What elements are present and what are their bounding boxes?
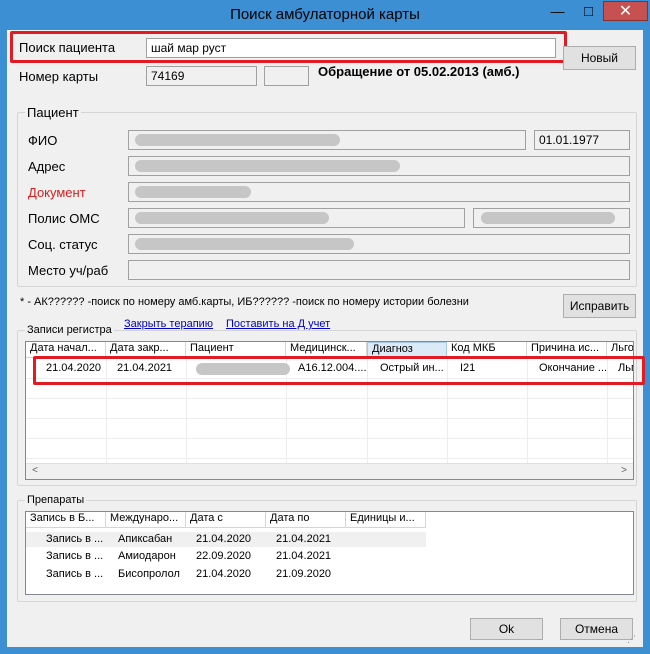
- work-place-label: Место уч/раб: [28, 263, 109, 278]
- drugs-table[interactable]: Запись в Б... Междунаро... Дата с Дата п…: [25, 511, 634, 595]
- card-number-field[interactable]: 74169: [146, 66, 257, 86]
- oms-redacted: [135, 212, 329, 224]
- title-bar[interactable]: Поиск амбулаторной карты — □ ✕: [0, 0, 650, 30]
- fix-button[interactable]: Исправить: [563, 294, 636, 318]
- drugs-group-title: Препараты: [25, 494, 87, 506]
- register-row-highlight: [33, 356, 645, 385]
- address-redacted: [135, 160, 400, 172]
- fio-redacted: [135, 134, 340, 146]
- resize-grip-icon[interactable]: ⋰: [627, 634, 639, 646]
- drug-record: Запись в ...: [46, 550, 104, 562]
- drugs-col-record[interactable]: Запись в Б...: [26, 512, 106, 528]
- drug-name: Амиодарон: [118, 550, 176, 562]
- list-item[interactable]: Запись в ... Апиксабан 21.04.2020 21.04.…: [26, 532, 426, 547]
- minimize-button[interactable]: —: [544, 1, 571, 21]
- drug-date-to: 21.04.2021: [276, 550, 332, 562]
- register-horizontal-scrollbar[interactable]: < >: [26, 463, 633, 479]
- drugs-col-from[interactable]: Дата с: [186, 512, 266, 528]
- drug-date-from: 21.04.2020: [196, 568, 252, 580]
- address-label: Адрес: [28, 159, 66, 174]
- drug-date-to: 21.09.2020: [276, 568, 332, 580]
- search-card-window: Поиск амбулаторной карты — □ ✕ Поиск пац…: [0, 0, 650, 654]
- social-status-redacted: [135, 238, 354, 250]
- drugs-col-to[interactable]: Дата по: [266, 512, 346, 528]
- register-group-title: Записи регистра: [25, 324, 114, 336]
- new-button[interactable]: Новый: [563, 46, 636, 70]
- ok-button[interactable]: Ok: [470, 618, 543, 640]
- drugs-col-units[interactable]: Единицы и...: [346, 512, 426, 528]
- dispensary-link[interactable]: Поставить на Д учет: [226, 318, 330, 330]
- card-extra-field[interactable]: [264, 66, 309, 86]
- close-button[interactable]: ✕: [603, 1, 648, 21]
- patient-group-title: Пациент: [25, 105, 81, 120]
- work-place-field[interactable]: [128, 260, 630, 280]
- close-therapy-link[interactable]: Закрыть терапию: [124, 318, 213, 330]
- drug-name: Бисопролол: [118, 568, 180, 580]
- oms-label: Полис ОМС: [28, 211, 100, 226]
- drugs-col-name[interactable]: Междунаро...: [106, 512, 186, 528]
- drug-date-from: 21.04.2020: [196, 533, 252, 545]
- scroll-left-icon[interactable]: <: [27, 465, 43, 479]
- document-label: Документ: [28, 185, 86, 200]
- birth-date-field[interactable]: 01.01.1977: [534, 130, 630, 150]
- document-redacted: [135, 186, 251, 198]
- maximize-button[interactable]: □: [575, 1, 602, 21]
- scroll-right-icon[interactable]: >: [616, 465, 632, 479]
- search-highlight: [10, 31, 567, 63]
- drug-date-from: 22.09.2020: [196, 550, 252, 562]
- card-number-label: Номер карты: [19, 69, 99, 84]
- oms-extra-redacted: [481, 212, 615, 224]
- social-status-label: Соц. статус: [28, 237, 98, 252]
- list-item[interactable]: Запись в ... Бисопролол 21.04.2020 21.09…: [26, 567, 426, 582]
- drug-record: Запись в ...: [46, 568, 104, 580]
- drug-date-to: 21.04.2021: [276, 533, 332, 545]
- drug-record: Запись в ...: [46, 533, 104, 545]
- search-hint: * - АК?????? -поиск по номеру амб.карты,…: [20, 296, 469, 308]
- list-item[interactable]: Запись в ... Амиодарон 22.09.2020 21.04.…: [26, 549, 426, 564]
- drug-name: Апиксабан: [118, 533, 173, 545]
- appeal-text: Обращение от 05.02.2013 (амб.): [318, 64, 520, 79]
- cancel-button[interactable]: Отмена: [560, 618, 633, 640]
- fio-label: ФИО: [28, 133, 58, 148]
